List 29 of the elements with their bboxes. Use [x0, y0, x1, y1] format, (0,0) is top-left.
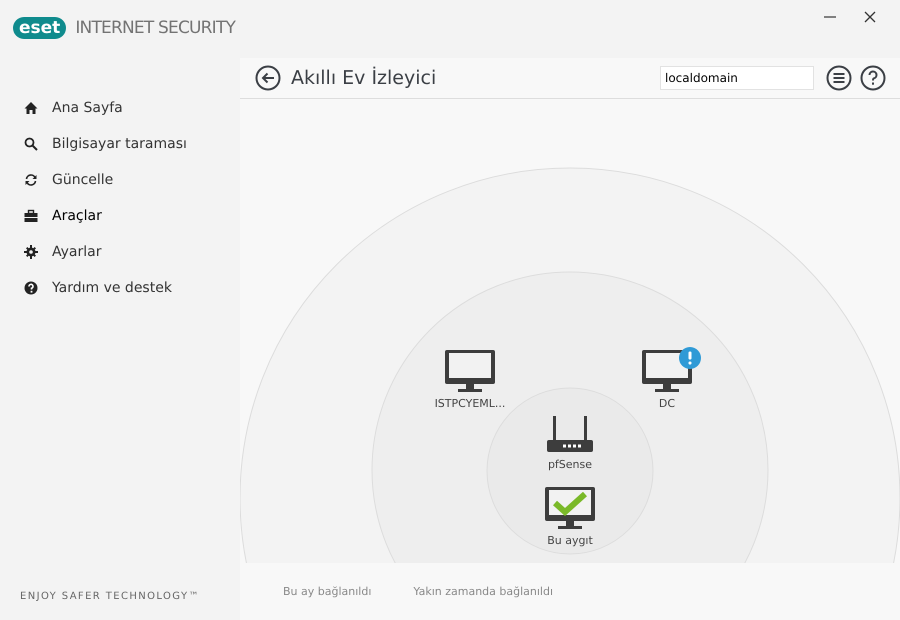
device-name: Bu aygıt	[547, 534, 593, 547]
search-field[interactable]: localdomain	[660, 66, 814, 90]
close-icon[interactable]	[864, 11, 876, 23]
help-icon[interactable]	[860, 65, 886, 91]
refresh-icon	[24, 173, 38, 187]
sidebar-item[interactable]: Araçlar	[0, 198, 240, 234]
device-name: DC	[658, 397, 676, 410]
legend-label: Yakın zamanda bağlanıldı	[413, 585, 554, 600]
toolbox-icon	[24, 209, 38, 223]
device-name: pfSense	[548, 458, 592, 471]
back-icon[interactable]	[255, 65, 281, 91]
menu-icon[interactable]	[826, 65, 852, 91]
sidebar-item[interactable]: Bilgisayar taraması	[0, 126, 240, 162]
brand-logo: eset	[13, 17, 66, 39]
search-icon	[24, 137, 38, 151]
page-title: Akıllı Ev İzleyici	[291, 67, 436, 89]
legend-label: Bu ay bağlanıldı	[283, 585, 372, 600]
sidebar-item[interactable]: Yardım ve destek	[0, 270, 240, 306]
sidebar-item[interactable]: Ana Sayfa	[0, 90, 240, 126]
product-name: INTERNET SECURITY	[75, 18, 236, 38]
home-icon	[24, 101, 38, 115]
sidebar-item[interactable]: Güncelle	[0, 162, 240, 198]
monitor-icon[interactable]	[444, 349, 496, 393]
help-icon	[24, 281, 38, 295]
router-icon[interactable]	[547, 416, 593, 454]
tagline: ENJOY SAFER TECHNOLOGY™	[19, 591, 201, 604]
device-name: ISTPCYEML...	[434, 397, 506, 410]
settings-icon	[24, 245, 38, 259]
sidebar-item[interactable]: Ayarlar	[0, 234, 240, 270]
